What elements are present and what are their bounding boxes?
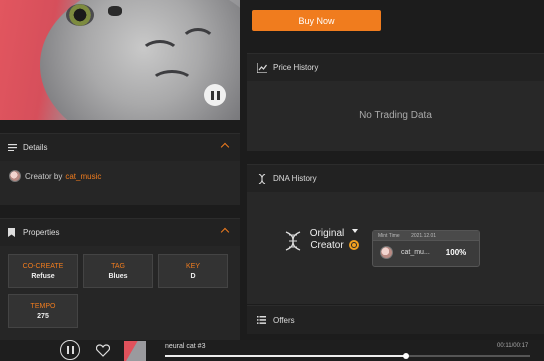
properties-header[interactable]: Properties [0, 218, 240, 246]
dna-history-header: DNA History [247, 164, 544, 192]
mint-owner: cat_mu... [401, 249, 430, 256]
sun-icon [349, 240, 359, 250]
mint-card-body: cat_mu... 100% [373, 241, 479, 259]
property-card: KEY D [158, 254, 228, 288]
track-time: 00:11/00:17 [497, 343, 529, 349]
details-body: Creator by cat_music [0, 161, 240, 205]
creator-link[interactable]: cat_music [65, 172, 101, 181]
track-thumbnail [124, 341, 146, 361]
cat-nose [108, 6, 122, 16]
property-value: D [190, 273, 196, 280]
avatar [9, 170, 21, 182]
dna-history-title: DNA History [273, 174, 317, 183]
price-history-title: Price History [273, 63, 319, 72]
progress-fill [165, 355, 406, 357]
offers-header: Offers [247, 305, 544, 334]
property-card: TEMPO 275 [8, 294, 78, 328]
right-column: Buy Now Price History No Trading Data DN… [247, 0, 544, 340]
details-header[interactable]: Details [0, 133, 240, 161]
heart-icon[interactable] [96, 344, 110, 357]
dna-helix-icon [285, 231, 301, 251]
mint-time-value: 2021.12.01 [411, 233, 437, 239]
details-title: Details [23, 143, 48, 152]
original-creator-label: Original Creator [309, 228, 345, 251]
property-card: TAG Blues [83, 254, 153, 288]
dna-icon [257, 173, 267, 184]
avatar [380, 246, 393, 259]
chevron-up-icon[interactable] [220, 142, 230, 152]
buy-now-button[interactable]: Buy Now [252, 10, 381, 31]
offers-title: Offers [273, 315, 295, 325]
dna-history-body: Original Creator Mint Time 2021.12.01 ca… [247, 192, 544, 304]
bookmark-icon [8, 228, 17, 237]
menu-icon [257, 315, 267, 325]
player-bar: neural cat #3 00:11/00:17 [0, 340, 544, 361]
no-trading-data-text: No Trading Data [359, 110, 432, 121]
chart-icon [257, 62, 267, 73]
property-value: Refuse [31, 273, 55, 280]
property-key: TAG [111, 263, 125, 270]
property-value: Blues [108, 273, 128, 280]
cat-stripe [140, 40, 180, 68]
properties-body: CO-CREATE Refuse TAG Blues KEY D TEMPO 2… [0, 246, 240, 340]
mint-card[interactable]: Mint Time 2021.12.01 cat_mu... 100% [372, 230, 480, 267]
property-key: CO-CREATE [22, 263, 64, 270]
property-value: 275 [37, 313, 49, 320]
artwork-image [0, 0, 240, 120]
track-title: neural cat #3 [165, 343, 206, 350]
list-icon [8, 143, 17, 152]
cat-stripe [150, 70, 194, 96]
cat-eye [66, 4, 94, 26]
player-pause-button[interactable] [60, 340, 80, 360]
mint-card-header: Mint Time 2021.12.01 [373, 231, 479, 241]
left-column: Details Creator by cat_music Properties … [0, 0, 240, 361]
property-card: CO-CREATE Refuse [8, 254, 78, 288]
artwork-pause-button[interactable] [204, 84, 226, 106]
mint-time-label: Mint Time [378, 233, 400, 239]
creator-prefix: Creator by [25, 171, 63, 181]
caret-down-icon[interactable] [352, 229, 358, 233]
price-history-body: No Trading Data [247, 81, 544, 151]
properties-title: Properties [23, 228, 60, 237]
progress-handle[interactable] [402, 353, 409, 359]
chevron-up-icon[interactable] [220, 227, 230, 237]
creator-row: Creator by cat_music [0, 161, 240, 182]
price-history-header: Price History [247, 53, 544, 81]
property-key: KEY [185, 263, 200, 270]
property-key: TEMPO [30, 303, 56, 310]
cat-stripe [180, 28, 216, 58]
mint-share: 100% [445, 248, 467, 257]
progress-bar[interactable] [165, 353, 530, 359]
